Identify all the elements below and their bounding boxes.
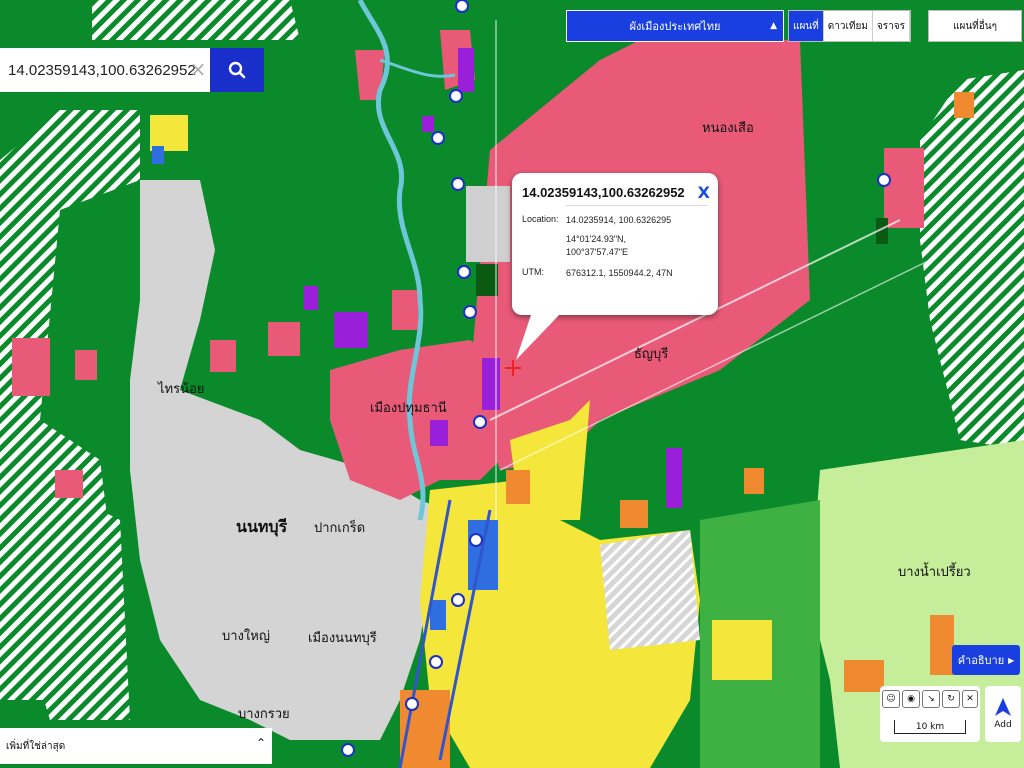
other-maps-button[interactable]: แผนที่อื่นๆ <box>928 10 1022 42</box>
transit-icon <box>455 0 469 13</box>
popup-location-dms-lat: 14°01'24.93"N, <box>566 234 627 244</box>
expand-icon[interactable]: ⌃ <box>256 736 266 750</box>
transit-icon <box>877 173 891 187</box>
yellow-small-nw <box>150 115 188 151</box>
popup-location-row: Location: 14.0235914, 100.6326295 14°01'… <box>522 214 708 259</box>
measure-icon[interactable]: ↘ <box>922 690 940 708</box>
recent-places-label: เพิ่มที่ใช่ล่าสุด <box>6 740 66 752</box>
orange-zone-4 <box>954 92 974 118</box>
transit-icon <box>451 593 465 607</box>
transit-icon <box>469 533 483 547</box>
orange-zone-5 <box>620 500 648 528</box>
dark-green-zone-1 <box>476 264 498 296</box>
map-type-switcher: แผนที่ ดาวเทียม จราจร <box>788 10 911 42</box>
place-label: ปากเกร็ด <box>314 518 365 535</box>
close-icon[interactable]: X <box>698 183 710 202</box>
popup-utm-row: UTM: 676312.1, 1550944.2, 47N <box>522 267 708 280</box>
place-label: นนทบุรี <box>236 517 288 537</box>
popup-tail <box>516 312 562 360</box>
place-label: บางน้ำเปรี้ยว <box>898 562 971 579</box>
blue-zone-3 <box>430 600 446 630</box>
transit-icon <box>341 743 355 757</box>
place-label: บางกรวย <box>238 706 290 721</box>
blue-zone-2 <box>152 146 164 164</box>
blue-zone-1 <box>468 520 498 590</box>
map-tools-panel: ☺ ◉ ↘ ↻ ✕ 10 km <box>880 686 980 742</box>
orange-zone-6 <box>744 468 764 494</box>
popup-location-label: Location: <box>522 214 559 224</box>
transit-icon <box>451 177 465 191</box>
residential-small-6 <box>55 470 83 498</box>
residential-small-3 <box>268 322 300 356</box>
navigation-icon <box>995 698 1011 716</box>
recent-places-panel[interactable]: เพิ่มที่ใช่ล่าสุด ⌃ <box>0 728 272 764</box>
divider <box>566 205 708 206</box>
commercial-hatched <box>600 530 700 650</box>
add-route-label: Add <box>994 720 1012 730</box>
transit-icon <box>473 415 487 429</box>
yellow-east <box>712 620 772 680</box>
orange-zone-3 <box>930 615 954 675</box>
transit-icon <box>463 305 477 319</box>
popup-utm-label: UTM: <box>522 267 544 277</box>
legend-label: คำอธิบาย <box>957 654 1005 667</box>
industrial-zone-7 <box>422 116 434 132</box>
place-label: บางใหญ่ <box>222 628 270 643</box>
add-route-button[interactable]: Add <box>985 686 1021 742</box>
search-icon <box>228 61 246 79</box>
popup-utm-value: 676312.1, 1550944.2, 47N <box>566 268 673 278</box>
transit-icon <box>431 131 445 145</box>
layer-select[interactable]: ผังเมืองประเทศไทย ▲ <box>566 10 784 42</box>
transit-icon <box>405 697 419 711</box>
industrial-zone-4 <box>458 48 474 92</box>
popup-location-decimal: 14.0235914, 100.6326295 <box>566 215 672 225</box>
industrial-zone-2 <box>482 358 500 410</box>
orange-zone-7 <box>506 470 530 504</box>
urban-zone-patch <box>466 186 510 262</box>
industrial-zone-5 <box>304 286 318 310</box>
transit-icon <box>429 655 443 669</box>
transit-icon <box>449 89 463 103</box>
legend-button[interactable]: คำอธิบาย ▶ <box>952 645 1020 675</box>
residential-small-2 <box>75 350 97 380</box>
search-button[interactable] <box>210 48 264 92</box>
residential-small-7 <box>210 340 236 372</box>
map-type-map[interactable]: แผนที่ <box>789 11 824 41</box>
map-type-satellite[interactable]: ดาวเทียม <box>824 11 873 41</box>
popup-title: 14.02359143,100.63262952 <box>522 185 685 200</box>
map-type-traffic[interactable]: จราจร <box>873 11 910 41</box>
coordinate-popup: 14.02359143,100.63262952 X Location: 14.… <box>512 173 718 315</box>
place-label: หนองเสือ <box>702 120 754 135</box>
orange-zone-2 <box>844 660 884 692</box>
place-label: ธัญบุรี <box>634 346 668 362</box>
conservation-zone-top <box>92 0 300 40</box>
popup-location-value: 14.0235914, 100.6326295 14°01'24.93"N, 1… <box>566 214 708 259</box>
caret-right-icon: ▶ <box>1008 655 1015 665</box>
popup-location-dms-lon: 100°37'57.47"E <box>566 247 629 257</box>
zoom-icon[interactable]: ☺ <box>882 690 900 708</box>
residential-small-4 <box>392 290 418 330</box>
scale-bar: 10 km <box>894 720 966 734</box>
search-input[interactable] <box>0 48 210 92</box>
draw-icon[interactable]: ↻ <box>942 690 960 708</box>
layer-select-label: ผังเมืองประเทศไทย <box>629 20 721 33</box>
map-canvas[interactable]: หนองเสือ นนทบุรี ปากเกร็ด เมืองนนทบุรี บ… <box>0 0 1024 768</box>
industrial-zone-3 <box>666 448 682 508</box>
caret-down-icon: ▲ <box>770 21 777 31</box>
place-label: เมืองนนทบุรี <box>308 630 377 646</box>
clear-tool-icon[interactable]: ✕ <box>962 690 978 708</box>
industrial-zone-1 <box>334 312 368 348</box>
place-label: เมืองปทุมธานี <box>370 400 447 416</box>
residential-small-1 <box>12 338 50 396</box>
clear-icon[interactable]: × <box>188 58 208 80</box>
transit-icon <box>457 265 471 279</box>
place-label: ไทรน้อย <box>157 381 204 396</box>
search-bar: × <box>0 48 264 92</box>
residential-small-5 <box>884 148 924 228</box>
layers-icon[interactable]: ◉ <box>902 690 920 708</box>
industrial-zone-6 <box>430 420 448 446</box>
